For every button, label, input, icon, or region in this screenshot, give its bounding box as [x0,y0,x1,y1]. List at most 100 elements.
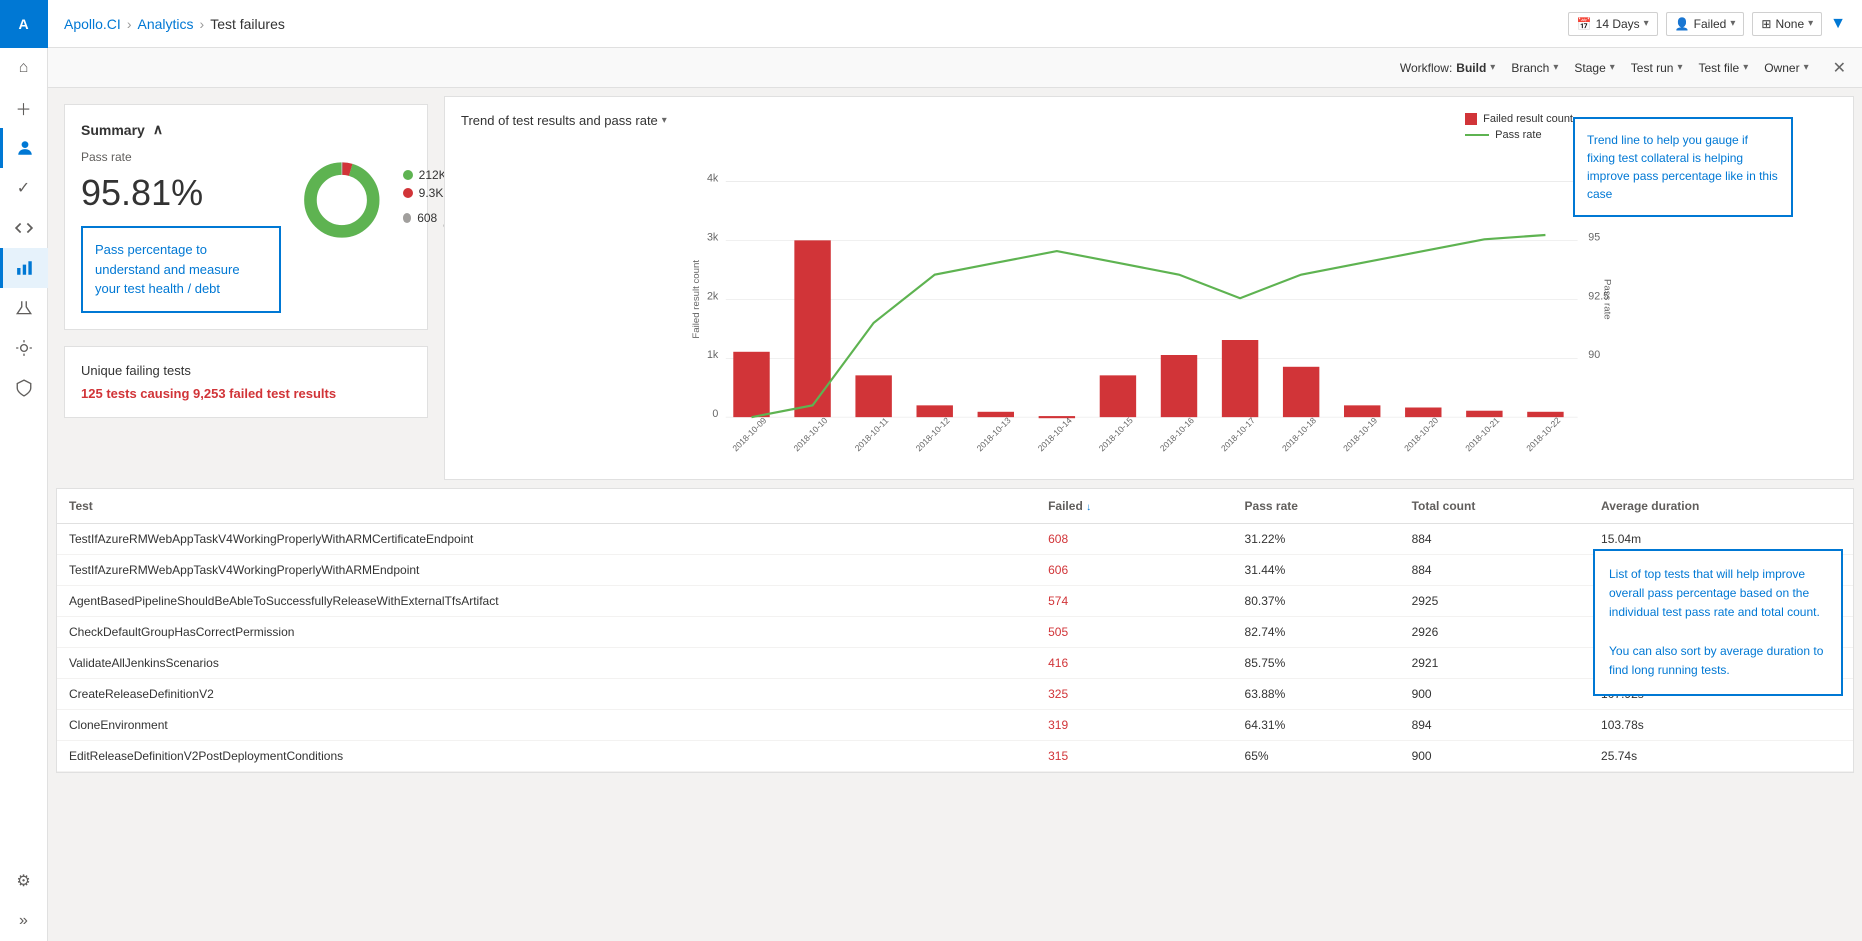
testrun-chevron: ▾ [1677,62,1682,73]
col-totalcount[interactable]: Total count [1400,489,1589,524]
bar-13 [1527,412,1563,417]
table-row[interactable]: CreateReleaseDefinitionV2 325 63.88% 900… [57,679,1853,710]
svg-text:2018-10-16: 2018-10-16 [1158,415,1196,453]
branch-filter[interactable]: Branch ▾ [1511,61,1558,75]
none-filter[interactable]: ⊞ None ▾ [1752,12,1822,36]
status-label: Failed [1694,17,1727,31]
col-passrate[interactable]: Pass rate [1233,489,1400,524]
left-panel: Summary ∧ Pass rate 95.81% Pass percenta… [56,96,436,480]
failing-tests-card: Unique failing tests 125 tests causing 9… [64,346,428,418]
cell-failed-2: 574 [1036,586,1181,617]
sidebar: A ⌂ ＋ ✓ ⚙ » [0,0,48,941]
sidebar-build[interactable] [0,328,48,368]
close-button[interactable]: ✕ [1833,58,1846,78]
svg-text:2018-10-19: 2018-10-19 [1341,415,1379,453]
table-row[interactable]: AgentBasedPipelineShouldBeAbleToSuccessf… [57,586,1853,617]
cell-passrate-7: 65% [1233,741,1400,772]
failing-title: Unique failing tests [81,363,411,378]
svg-text:2018-10-15: 2018-10-15 [1097,415,1135,453]
branch-chevron: ▾ [1553,62,1558,73]
table-section: Test Failed ↓ Pass rate Total count Aver… [56,488,1854,773]
svg-text:Pass rate: Pass rate [1601,279,1612,320]
days-filter[interactable]: 📅 14 Days ▾ [1568,12,1658,36]
cell-totalcount-3: 2926 [1400,617,1589,648]
content-area: Summary ∧ Pass rate 95.81% Pass percenta… [48,88,1862,941]
app-logo[interactable]: A [0,0,48,48]
legend-failed-item: Failed result count [1465,113,1573,125]
svg-text:1k: 1k [707,349,719,361]
svg-text:2018-10-17: 2018-10-17 [1219,415,1257,453]
cell-totalcount-4: 2921 [1400,648,1589,679]
person-icon: 👤 [1675,17,1690,31]
table-row[interactable]: EditReleaseDefinitionV2PostDeploymentCon… [57,741,1853,772]
breadcrumb-app[interactable]: Apollo.CI [64,16,121,32]
pass-rate-annotation: Pass percentage to understand and measur… [81,226,281,313]
bar-1 [794,240,830,417]
svg-text:3k: 3k [707,231,719,243]
sidebar-flask[interactable] [0,288,48,328]
sidebar-analytics[interactable] [0,248,48,288]
col-empty [1181,489,1233,524]
cell-totalcount-6: 894 [1400,710,1589,741]
testrun-label: Test run [1631,61,1674,75]
sidebar-user[interactable] [0,128,48,168]
sidebar-check[interactable]: ✓ [0,168,48,208]
workflow-filter[interactable]: Workflow: Build ▾ [1400,61,1495,75]
filter-icon[interactable]: ▼ [1830,15,1846,33]
cell-test-2: AgentBasedPipelineShouldBeAbleToSuccessf… [57,586,1036,617]
failed-legend-color [1465,113,1477,125]
none-chevron: ▾ [1808,18,1813,29]
table-row[interactable]: TestIfAzureRMWebAppTaskV4WorkingProperly… [57,555,1853,586]
table-row[interactable]: ValidateAllJenkinsScenarios 416 85.75% 2… [57,648,1853,679]
cell-avgduration-6: 103.78s [1589,710,1853,741]
bar-2 [855,375,891,417]
svg-text:2018-10-10: 2018-10-10 [791,415,829,453]
cell-failed-5: 325 [1036,679,1181,710]
svg-text:95: 95 [1588,231,1600,243]
passrate-legend-label: Pass rate [1495,129,1541,141]
svg-text:2018-10-12: 2018-10-12 [914,415,952,453]
col-avgduration[interactable]: Average duration [1589,489,1853,524]
none-label: None [1775,17,1804,31]
sidebar-shield[interactable] [0,368,48,408]
cell-totalcount-0: 884 [1400,524,1589,555]
workflow-value: Build [1456,61,1486,75]
sort-down-icon: ↓ [1086,502,1091,513]
cell-sort-4 [1181,648,1233,679]
table-row[interactable]: CheckDefaultGroupHasCorrectPermission 50… [57,617,1853,648]
bar-9 [1283,367,1319,417]
testrun-filter[interactable]: Test run ▾ [1631,61,1683,75]
sidebar-add[interactable]: ＋ [0,88,48,128]
annotation-box-container: Pass percentage to understand and measur… [81,226,281,313]
cell-sort-2 [1181,586,1233,617]
list-annotation-line2: You can also sort by average duration to… [1609,642,1827,680]
not-executed-dot [403,213,412,223]
table-row[interactable]: CloneEnvironment 319 64.31% 894 103.78s [57,710,1853,741]
cell-test-6: CloneEnvironment [57,710,1036,741]
sidebar-home[interactable]: ⌂ [0,48,48,88]
svg-text:2k: 2k [707,290,719,302]
cell-test-1: TestIfAzureRMWebAppTaskV4WorkingProperly… [57,555,1036,586]
sidebar-code[interactable] [0,208,48,248]
chart-title-text: Trend of test results and pass rate [461,113,658,128]
stage-filter[interactable]: Stage ▾ [1574,61,1614,75]
svg-text:2018-10-18: 2018-10-18 [1280,415,1318,453]
status-filter[interactable]: 👤 Failed ▾ [1666,12,1745,36]
cell-totalcount-1: 884 [1400,555,1589,586]
summary-title: Summary [81,122,145,138]
sidebar-settings[interactable]: ⚙ [0,861,48,901]
col-failed[interactable]: Failed ↓ [1036,489,1181,524]
sidebar-expand[interactable]: » [0,901,48,941]
breadcrumb-analytics[interactable]: Analytics [137,16,193,32]
table-wrapper: Test Failed ↓ Pass rate Total count Aver… [57,489,1853,772]
cell-totalcount-2: 2925 [1400,586,1589,617]
table-row[interactable]: TestIfAzureRMWebAppTaskV4WorkingProperly… [57,524,1853,555]
col-test[interactable]: Test [57,489,1036,524]
trend-annotation-text: Trend line to help you gauge if fixing t… [1587,133,1778,201]
svg-text:2018-10-09: 2018-10-09 [730,415,768,453]
cell-sort-6 [1181,710,1233,741]
summary-header[interactable]: Summary ∧ [81,121,411,138]
cell-passrate-5: 63.88% [1233,679,1400,710]
testfile-filter[interactable]: Test file ▾ [1699,61,1749,75]
owner-filter[interactable]: Owner ▾ [1764,61,1808,75]
